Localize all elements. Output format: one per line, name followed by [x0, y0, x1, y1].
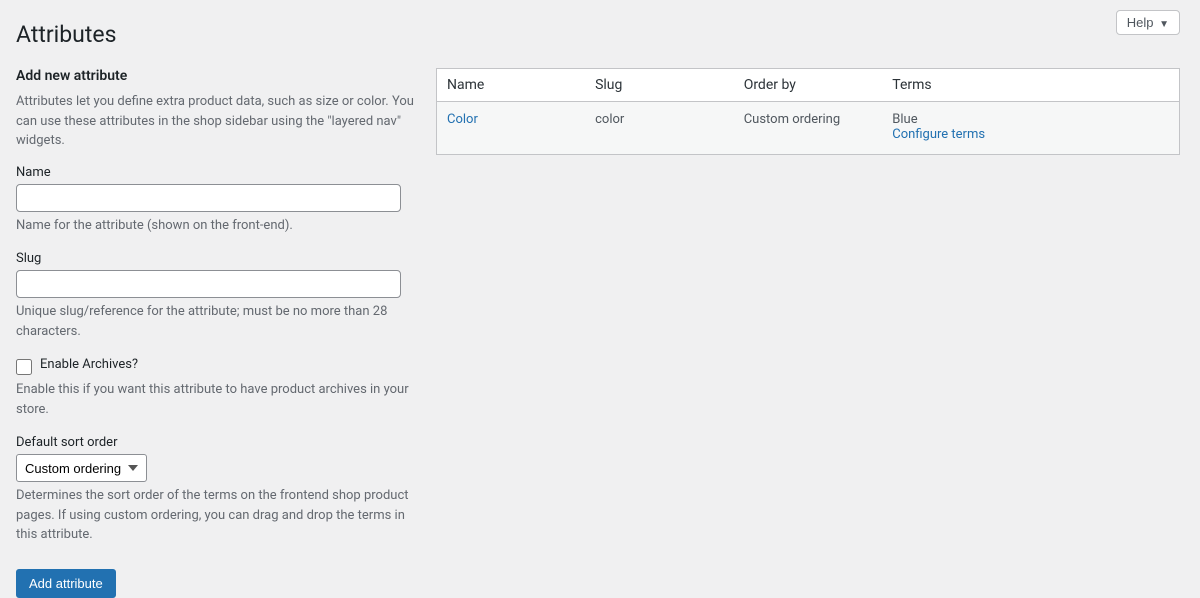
configure-terms-link[interactable]: Configure terms: [892, 127, 985, 142]
sort-order-select[interactable]: Custom ordering: [16, 454, 147, 482]
attribute-order: Custom ordering: [734, 102, 883, 155]
th-name: Name: [437, 69, 586, 102]
enable-archives-label: Enable Archives?: [40, 357, 138, 372]
name-hint: Name for the attribute (shown on the fro…: [16, 216, 416, 236]
name-input[interactable]: [16, 184, 401, 212]
attribute-terms: Blue: [892, 112, 917, 127]
add-attribute-button[interactable]: Add attribute: [16, 569, 116, 598]
th-slug: Slug: [585, 69, 734, 102]
form-heading: Add new attribute: [16, 68, 416, 84]
help-label: Help: [1127, 15, 1154, 30]
page-title: Attributes: [16, 12, 1180, 52]
slug-label: Slug: [16, 251, 416, 266]
th-order: Order by: [734, 69, 883, 102]
attribute-name-link[interactable]: Color: [447, 112, 478, 127]
help-button[interactable]: Help ▼: [1116, 10, 1180, 35]
attribute-slug: color: [585, 102, 734, 155]
archives-hint: Enable this if you want this attribute t…: [16, 380, 416, 419]
name-label: Name: [16, 165, 416, 180]
sort-order-hint: Determines the sort order of the terms o…: [16, 486, 416, 545]
enable-archives-checkbox[interactable]: [16, 359, 32, 375]
form-intro: Attributes let you define extra product …: [16, 92, 416, 151]
dropdown-arrow-icon: ▼: [1159, 19, 1169, 30]
sort-order-label: Default sort order: [16, 435, 416, 450]
attributes-table: Name Slug Order by Terms Color color Cus…: [436, 68, 1180, 155]
slug-input[interactable]: [16, 270, 401, 298]
slug-hint: Unique slug/reference for the attribute;…: [16, 302, 416, 341]
table-row: Color color Custom ordering Blue Configu…: [437, 102, 1180, 155]
th-terms: Terms: [882, 69, 1179, 102]
add-attribute-form: Add new attribute Attributes let you def…: [16, 68, 416, 598]
